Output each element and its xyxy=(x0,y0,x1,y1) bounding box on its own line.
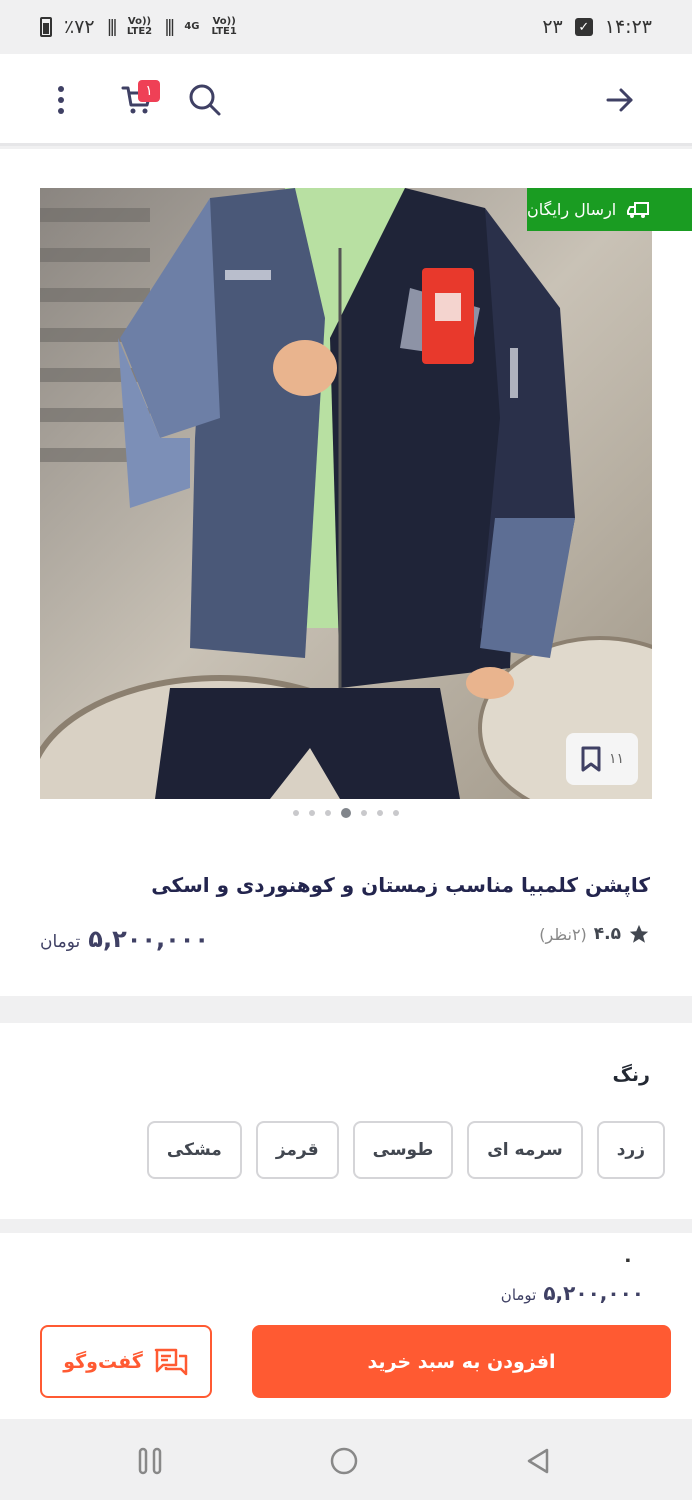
search-button[interactable] xyxy=(182,78,228,122)
bookmark-icon xyxy=(581,746,601,772)
dot-icon xyxy=(58,97,64,103)
product-price: ۵,۲۰۰,۰۰۰ تومان xyxy=(40,925,209,953)
buy-bar-price: ۵,۲۰۰,۰۰۰ تومان xyxy=(501,1281,644,1305)
color-option-navy[interactable]: سرمه ای xyxy=(467,1121,583,1179)
product-photo xyxy=(40,188,652,799)
carousel-dot[interactable] xyxy=(377,810,383,816)
system-back-button[interactable] xyxy=(518,1441,558,1481)
more-menu-button[interactable] xyxy=(44,78,78,122)
status-left: ٪۷۲ ||| Vo)) LTE2 ||| 4G Vo)) LTE1 xyxy=(40,16,237,38)
dot-icon xyxy=(58,108,64,114)
search-icon xyxy=(189,84,221,116)
cart-count-badge: ۱ xyxy=(138,80,160,102)
recent-apps-icon xyxy=(138,1447,162,1475)
bookmark-button[interactable]: ۱۱ xyxy=(566,733,638,785)
product-title: کاپشن کلمبیا مناسب زمستان و کوهنوردی و ا… xyxy=(151,873,650,897)
checkbox-icon: ✓ xyxy=(574,18,593,36)
network-label-4g: 4G xyxy=(184,21,200,32)
system-nav-bar xyxy=(0,1419,692,1500)
home-circle-icon xyxy=(330,1447,358,1475)
color-option-red[interactable]: قرمز xyxy=(255,1121,339,1179)
color-option-gray[interactable]: طوسی xyxy=(352,1121,454,1179)
signal-bars-icon: ||| xyxy=(106,17,118,37)
clock: ۱۴:۲۳ xyxy=(604,16,652,38)
free-shipping-badge: ارسال رایگان xyxy=(527,188,692,231)
product-image[interactable] xyxy=(40,188,652,799)
carousel-dot[interactable] xyxy=(309,810,315,816)
add-to-cart-button[interactable]: افزودن به سبد خرید xyxy=(252,1325,671,1398)
color-option-yellow[interactable]: زرد xyxy=(596,1121,665,1179)
home-button[interactable] xyxy=(324,1441,364,1481)
network-label-lte1: Vo)) LTE1 xyxy=(211,16,237,37)
back-button[interactable] xyxy=(600,78,640,122)
image-carousel-dots xyxy=(0,808,692,818)
rating-count[interactable]: (۲نظر) xyxy=(539,925,587,944)
buy-bar: ۰ ۵,۲۰۰,۰۰۰ تومان افزودن به سبد خرید گفت… xyxy=(0,1233,692,1419)
chat-button[interactable]: گفت‌وگو xyxy=(40,1325,212,1398)
buy-bar-mini-text: ۰ xyxy=(621,1247,634,1271)
color-label: رنگ xyxy=(612,1064,650,1086)
rating-score: ۴.۵ xyxy=(593,924,621,944)
signal-bars-icon: ||| xyxy=(164,17,175,37)
color-section: رنگ زرد سرمه ای طوسی قرمز مشکی xyxy=(0,1023,692,1219)
free-shipping-label: ارسال رایگان xyxy=(527,200,617,219)
carousel-dot[interactable] xyxy=(393,810,399,816)
color-options: زرد سرمه ای طوسی قرمز مشکی xyxy=(146,1121,665,1179)
color-option-black[interactable]: مشکی xyxy=(146,1121,242,1179)
cart-button[interactable]: ۱ xyxy=(112,78,162,122)
chat-icon xyxy=(154,1348,188,1375)
notification-count: ۲۳ xyxy=(542,16,563,38)
truck-icon xyxy=(627,201,650,218)
bookmark-count: ۱۱ xyxy=(608,751,625,767)
arrow-right-icon xyxy=(606,88,633,112)
product-section: ارسال رایگان ۱۱ کاپشن کلمبیا مناسب زمستا… xyxy=(0,149,692,996)
star-icon xyxy=(629,924,649,943)
app-header: ۱ xyxy=(0,54,692,146)
battery-icon xyxy=(40,17,52,37)
buy-price-amount: ۵,۲۰۰,۰۰۰ xyxy=(543,1281,644,1305)
status-right: ۲۳ ✓ ۱۴:۲۳ xyxy=(542,16,652,38)
chat-label: گفت‌وگو xyxy=(63,1350,143,1373)
price-amount: ۵,۲۰۰,۰۰۰ xyxy=(88,925,210,953)
price-currency: تومان xyxy=(40,932,81,952)
buy-price-currency: تومان xyxy=(500,1286,537,1304)
recent-apps-button[interactable] xyxy=(130,1441,170,1481)
back-triangle-icon xyxy=(527,1448,549,1474)
status-bar: ٪۷۲ ||| Vo)) LTE2 ||| 4G Vo)) LTE1 ۲۳ ✓ … xyxy=(0,0,692,54)
dot-icon xyxy=(58,86,64,92)
battery-level: ٪۷۲ xyxy=(64,16,95,38)
carousel-dot[interactable] xyxy=(325,810,331,816)
rating: ۴.۵ (۲نظر) xyxy=(539,923,650,945)
carousel-dot[interactable] xyxy=(341,808,351,818)
carousel-dot[interactable] xyxy=(361,810,367,816)
network-label-lte2: Vo)) LTE2 xyxy=(126,16,153,37)
carousel-dot[interactable] xyxy=(293,810,299,816)
